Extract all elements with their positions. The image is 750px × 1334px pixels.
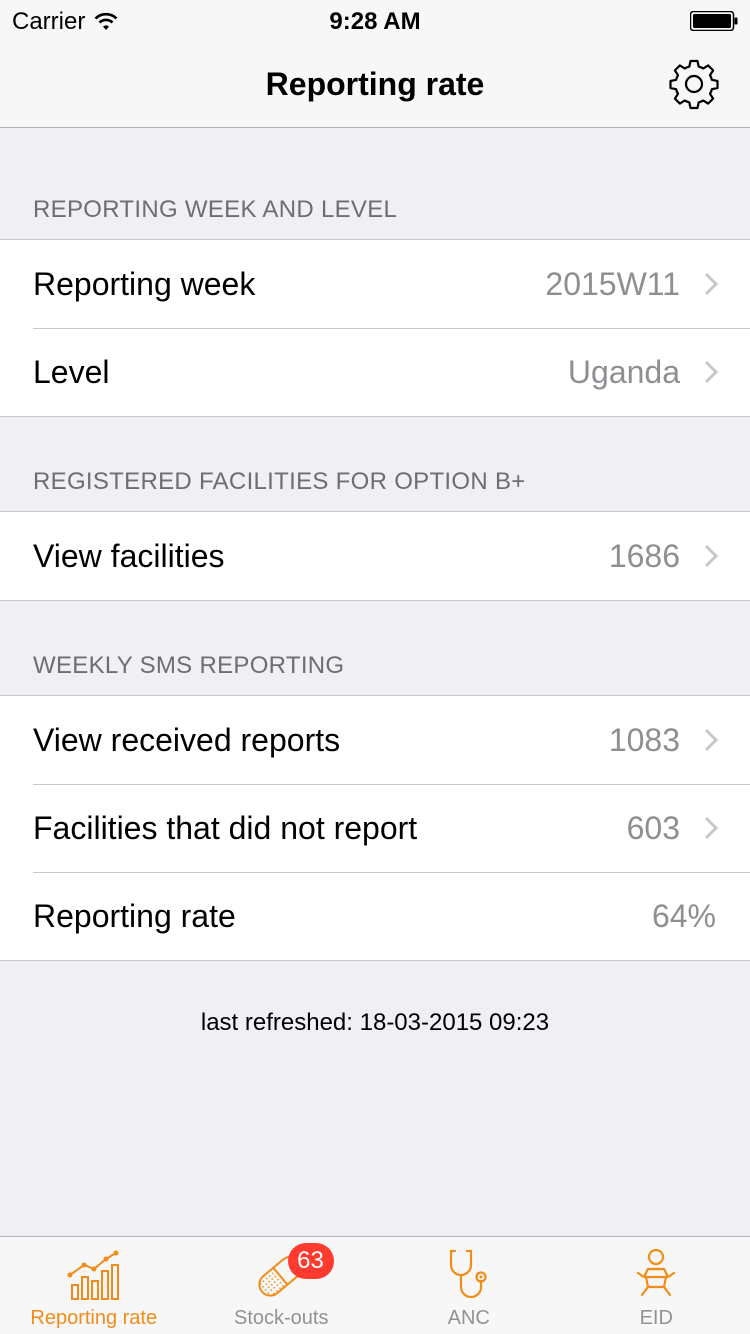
section-header-weekly-sms: WEEKLY SMS REPORTING xyxy=(33,652,345,679)
group-reporting-week: Reporting week 2015W11 Level Uganda xyxy=(0,239,750,417)
row-label: Reporting week xyxy=(33,265,256,302)
tab-reporting-rate[interactable]: Reporting rate xyxy=(0,1237,188,1334)
row-view-received-reports[interactable]: View received reports 1083 xyxy=(0,696,750,784)
stethoscope-icon xyxy=(449,1249,487,1299)
tab-label: Stock-outs xyxy=(234,1307,329,1329)
chart-icon xyxy=(67,1250,119,1300)
row-label: Reporting rate xyxy=(33,897,236,934)
row-facilities-not-report[interactable]: Facilities that did not report 603 xyxy=(0,784,750,872)
row-value: Uganda xyxy=(567,353,680,390)
tab-anc[interactable]: ANC xyxy=(375,1237,563,1334)
row-value: 1686 xyxy=(608,537,680,574)
row-view-facilities[interactable]: View facilities 1686 xyxy=(0,512,750,600)
tab-eid[interactable]: EID xyxy=(563,1237,750,1334)
group-weekly-sms: View received reports 1083 Facilities th… xyxy=(0,695,750,961)
tab-label: EID xyxy=(639,1307,673,1329)
row-value: 603 xyxy=(626,809,680,846)
tab-bar: Reporting rate Stock-outs 63 ANC EID xyxy=(0,1236,750,1334)
row-label: Facilities that did not report xyxy=(33,809,418,846)
battery-icon xyxy=(690,11,738,31)
chevron-right-icon xyxy=(704,816,718,840)
row-value: 1083 xyxy=(608,721,680,758)
row-label: Level xyxy=(33,353,110,390)
top-bar: Carrier 9:28 AM Reporting rate xyxy=(0,0,750,128)
group-registered-facilities: View facilities 1686 xyxy=(0,511,750,601)
gear-icon[interactable] xyxy=(668,58,720,110)
section-header-registered-facilities: REGISTERED FACILITIES FOR OPTION B+ xyxy=(33,468,526,495)
chevron-right-icon xyxy=(704,728,718,752)
status-time: 9:28 AM xyxy=(329,8,421,35)
tab-stock-outs[interactable]: Stock-outs 63 xyxy=(188,1237,376,1334)
stock-outs-badge: 63 xyxy=(287,1243,334,1279)
chevron-right-icon xyxy=(704,272,718,296)
tab-label: ANC xyxy=(447,1307,490,1329)
row-level[interactable]: Level Uganda xyxy=(0,328,750,416)
row-reporting-rate: Reporting rate 64% xyxy=(0,872,750,960)
chevron-right-icon xyxy=(704,544,718,568)
row-value: 64% xyxy=(651,897,716,934)
chevron-right-icon xyxy=(704,360,718,384)
row-label: View received reports xyxy=(33,721,341,758)
page-title: Reporting rate xyxy=(265,66,485,102)
row-value: 2015W11 xyxy=(545,265,680,302)
section-header-reporting-week: REPORTING WEEK AND LEVEL xyxy=(33,196,398,223)
tab-label: Reporting rate xyxy=(30,1307,158,1329)
last-refreshed-text: last refreshed: 18-03-2015 09:23 xyxy=(200,1009,550,1036)
row-reporting-week[interactable]: Reporting week 2015W11 xyxy=(0,240,750,328)
baby-icon xyxy=(637,1248,676,1297)
row-label: View facilities xyxy=(33,537,225,574)
